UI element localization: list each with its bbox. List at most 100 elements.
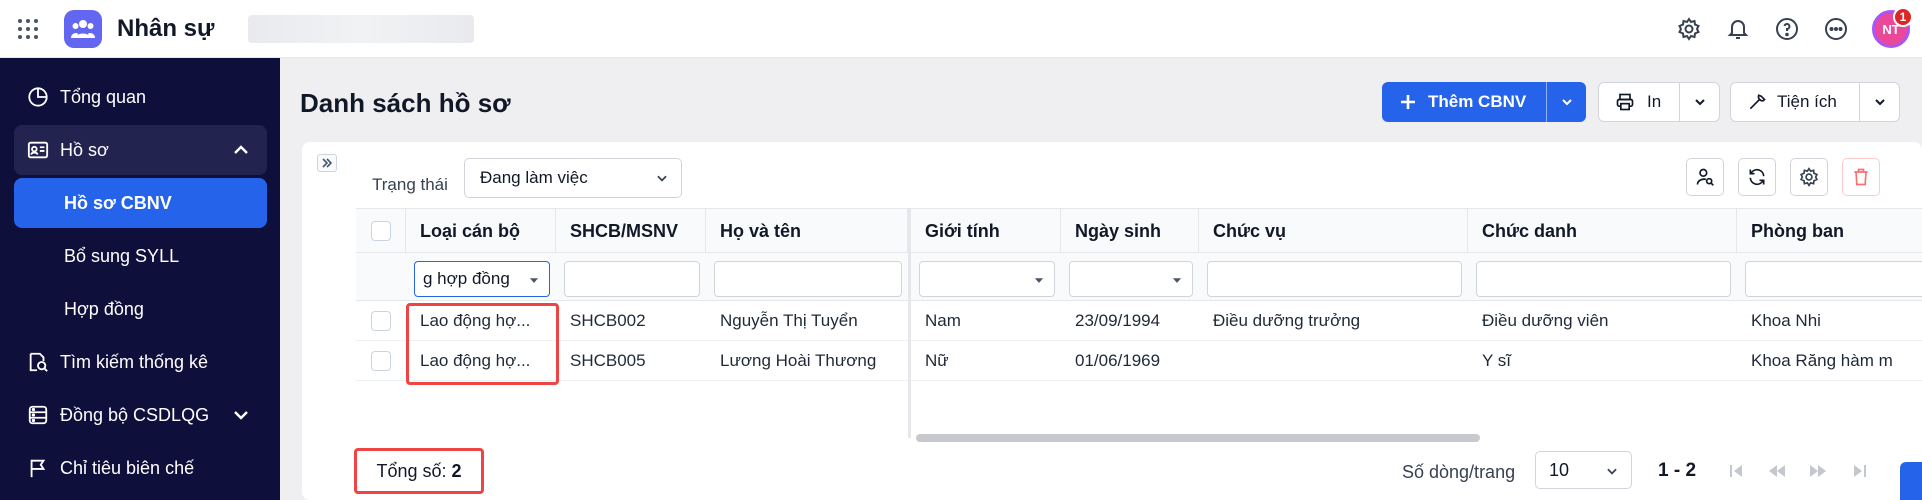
sidebar-item-staffing-quota[interactable]: Chỉ tiêu biên chế	[14, 443, 267, 493]
sidebar-item-label: Hồ sơ CBNV	[64, 192, 172, 213]
id-card-icon	[26, 138, 50, 162]
staff-table: Loại cán bộ SHCB/MSNV Họ và tên Giới tín…	[356, 208, 1922, 438]
staff-type-highlight-box	[406, 303, 559, 385]
top-bar: Nhân sự NT 1	[0, 0, 1922, 58]
horizontal-scrollbar[interactable]	[916, 434, 1480, 442]
trash-icon	[1854, 168, 1868, 186]
frozen-columns-divider	[908, 208, 911, 438]
add-staff-button[interactable]: Thêm CBNV	[1382, 82, 1586, 122]
table-row[interactable]: Lao động hợ... SHCB005 Lương Hoài Thương…	[356, 341, 1922, 381]
birth-date-filter-select[interactable]	[1069, 261, 1193, 297]
bell-icon[interactable]	[1725, 16, 1751, 42]
position-filter-input[interactable]	[1207, 261, 1462, 297]
last-page-icon	[1854, 465, 1866, 477]
sidebar-item-label: Bổ sung SYLL	[64, 245, 180, 266]
utilities-label: Tiện ích	[1777, 92, 1837, 111]
cell-department: Khoa Nhi	[1751, 311, 1821, 330]
column-header-full-name[interactable]: Họ và tên	[706, 209, 908, 254]
staff-code-filter-input[interactable]	[564, 261, 700, 297]
chevron-down-icon	[1694, 99, 1705, 106]
status-filter-select[interactable]: Đang làm việc	[464, 158, 682, 198]
settings-gear-icon[interactable]	[1676, 16, 1702, 42]
floating-action-edge[interactable]	[1900, 462, 1922, 500]
utilities-dropdown[interactable]	[1859, 83, 1899, 121]
add-staff-dropdown[interactable]	[1546, 82, 1586, 122]
department-filter-input[interactable]	[1745, 261, 1922, 297]
search-statistics-icon	[26, 350, 50, 374]
total-count: Tổng số: 2	[354, 448, 484, 494]
rows-per-page-label: Số dòng/trang	[1402, 462, 1516, 482]
printer-icon	[1616, 93, 1634, 111]
row-checkbox[interactable]	[371, 351, 391, 371]
select-all-header	[356, 209, 406, 254]
sidebar-item-sync-database[interactable]: Đồng bộ CSDLQG	[14, 390, 267, 440]
more-options-icon[interactable]	[1823, 16, 1849, 42]
user-avatar[interactable]: NT 1	[1872, 7, 1913, 48]
total-count-label: Tổng số:	[376, 460, 447, 481]
chevron-up-icon[interactable]	[229, 138, 253, 162]
utilities-button[interactable]: Tiện ích	[1730, 82, 1900, 122]
column-header-staff-code[interactable]: SHCB/MSNV	[556, 209, 706, 254]
rewind-icon	[1769, 465, 1785, 477]
select-all-checkbox[interactable]	[371, 221, 391, 241]
cell-title: Điều dưỡng viên	[1482, 311, 1609, 330]
sidebar-item-profiles[interactable]: Hồ sơ	[14, 125, 267, 175]
staff-type-filter-select[interactable]: g hợp đồng	[414, 261, 550, 297]
sidebar-item-label: Hợp đồng	[64, 298, 144, 319]
gender-filter-select[interactable]	[919, 261, 1055, 297]
full-name-filter-input[interactable]	[714, 261, 902, 297]
sidebar-item-search-statistics[interactable]: Tìm kiếm thống kê	[14, 337, 267, 387]
previous-page-button[interactable]	[1765, 459, 1789, 483]
print-dropdown[interactable]	[1679, 83, 1719, 121]
column-header-gender[interactable]: Giới tính	[911, 209, 1061, 254]
column-header-staff-type[interactable]: Loại cán bộ	[406, 209, 556, 254]
last-page-button[interactable]	[1848, 459, 1872, 483]
delete-button[interactable]	[1842, 158, 1880, 196]
rows-per-page-select[interactable]: 10	[1535, 451, 1632, 489]
column-settings-button[interactable]	[1790, 158, 1828, 196]
sidebar-item-label: Hồ sơ	[60, 139, 109, 160]
double-chevron-right-icon	[322, 158, 333, 168]
chevron-down-icon	[657, 175, 667, 182]
next-page-button[interactable]	[1806, 459, 1830, 483]
app-grid-icon[interactable]	[18, 18, 38, 39]
sidebar-item-overview[interactable]: Tổng quan	[14, 72, 267, 122]
chevron-down-icon[interactable]	[229, 403, 253, 427]
chevron-down-icon	[1561, 99, 1572, 106]
sidebar-item-staff-profiles[interactable]: Hồ sơ CBNV	[14, 178, 267, 228]
cell-full-name: Lương Hoài Thương	[720, 351, 877, 370]
page-title: Danh sách hồ sơ	[300, 88, 511, 118]
people-group-icon[interactable]	[64, 9, 102, 48]
staff-type-filter-value: g hợp đồng	[423, 269, 510, 288]
table-filter-row: g hợp đồng	[356, 253, 1922, 301]
cell-staff-code: SHCB002	[570, 311, 646, 330]
sidebar-item-contracts[interactable]: Hợp đồng	[14, 284, 267, 334]
cell-gender: Nữ	[925, 351, 949, 370]
user-search-button[interactable]	[1686, 158, 1724, 196]
print-button[interactable]: In	[1598, 82, 1720, 122]
sidebar-item-syll-supplement[interactable]: Bổ sung SYLL	[14, 231, 267, 281]
column-header-department[interactable]: Phòng ban	[1737, 209, 1922, 254]
column-header-birth-date[interactable]: Ngày sinh	[1061, 209, 1199, 254]
first-page-button[interactable]	[1724, 459, 1748, 483]
chevron-down-icon	[1607, 468, 1617, 475]
gear-icon	[1799, 167, 1819, 187]
column-header-title[interactable]: Chức danh	[1468, 209, 1737, 254]
cell-department: Khoa Răng hàm m	[1751, 351, 1893, 370]
title-filter-input[interactable]	[1476, 261, 1731, 297]
row-checkbox[interactable]	[371, 311, 391, 331]
expand-panel-button[interactable]	[317, 154, 337, 172]
refresh-button[interactable]	[1738, 158, 1776, 196]
fast-forward-icon	[1810, 465, 1826, 477]
blurred-organization-name	[248, 14, 475, 43]
sidebar-item-label: Đồng bộ CSDLQG	[60, 404, 210, 425]
sidebar-item-label: Tìm kiếm thống kê	[60, 351, 209, 372]
status-filter-label: Trạng thái	[372, 175, 448, 194]
sidebar-item-label: Tổng quan	[60, 86, 147, 107]
table-row[interactable]: Lao động hợ... SHCB002 Nguyễn Thị Tuyển …	[356, 301, 1922, 341]
sidebar: Tổng quan Hồ sơ Hồ sơ CBNV Bổ sung SYLL …	[0, 58, 280, 500]
column-header-position[interactable]: Chức vụ	[1199, 209, 1468, 254]
rows-per-page-value: 10	[1549, 459, 1570, 480]
wrench-icon	[1749, 94, 1766, 110]
help-icon[interactable]	[1774, 16, 1800, 42]
